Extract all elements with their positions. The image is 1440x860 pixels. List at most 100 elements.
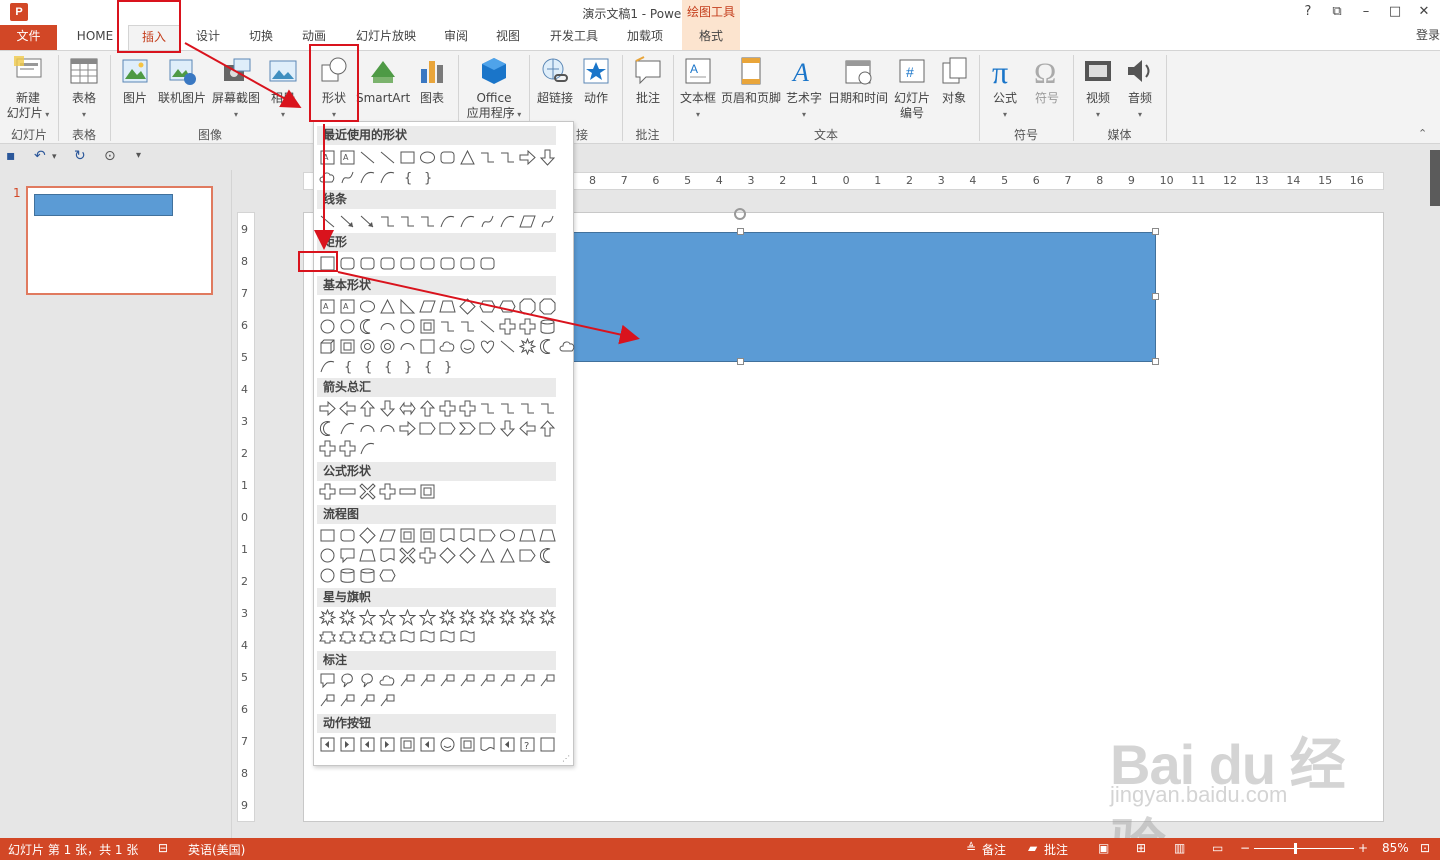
minimize-button[interactable]: –	[1352, 2, 1380, 22]
shape-elbow-icon[interactable]	[539, 400, 556, 417]
shape-burst-icon[interactable]	[318, 608, 337, 627]
shape-minus-icon[interactable]	[399, 483, 416, 500]
shape-rrect-icon[interactable]	[399, 255, 416, 272]
shape-plus-icon[interactable]	[379, 483, 396, 500]
shape-rrect-icon[interactable]	[359, 255, 376, 272]
shape-rrect-icon[interactable]	[419, 255, 436, 272]
shape-cloud-icon[interactable]	[379, 672, 396, 689]
shape-flag-icon[interactable]	[459, 629, 476, 646]
shape-callout-icon[interactable]	[339, 547, 356, 564]
resize-handle[interactable]	[737, 358, 744, 365]
shape-right-icon[interactable]	[319, 400, 336, 417]
shape-txt-icon[interactable]: A	[339, 298, 356, 315]
resize-handle[interactable]	[1152, 293, 1159, 300]
resize-handle[interactable]	[1152, 358, 1159, 365]
shape-frame-icon[interactable]	[419, 318, 436, 335]
shape-elbow-icon[interactable]	[379, 213, 396, 230]
shape-sq-icon[interactable]	[419, 338, 436, 355]
shape-btn-icon[interactable]	[319, 736, 336, 753]
zoom-slider-track[interactable]	[1254, 848, 1354, 849]
shape-tri-icon[interactable]	[499, 547, 516, 564]
shape-elbow-icon[interactable]	[519, 400, 536, 417]
screenshot-button[interactable]: 屏幕截图 ▾	[210, 55, 262, 122]
shape-up-icon[interactable]	[539, 420, 556, 437]
shape-hex-icon[interactable]	[379, 567, 396, 584]
shape-rtri-icon[interactable]	[399, 298, 416, 315]
shape-line-icon[interactable]	[319, 213, 336, 230]
shape-cyl-icon[interactable]	[539, 318, 556, 335]
shape-curve-icon[interactable]	[439, 213, 456, 230]
shape-right-icon[interactable]	[519, 149, 536, 166]
shape-sq-icon[interactable]	[539, 736, 556, 753]
shape-elbow-icon[interactable]	[479, 149, 496, 166]
shape-lcall-icon[interactable]	[519, 672, 536, 689]
shape-rrect-icon[interactable]	[459, 255, 476, 272]
rotation-handle[interactable]	[734, 208, 746, 220]
slideshow-view-icon[interactable]: ▭	[1212, 841, 1223, 855]
shape-up-icon[interactable]	[359, 400, 376, 417]
header-footer-button[interactable]: 页眉和页脚	[719, 55, 783, 106]
album-button[interactable]: 相册 ▾	[264, 55, 302, 122]
shape-frame-icon[interactable]	[419, 483, 436, 500]
shape-star-icon[interactable]	[358, 608, 377, 626]
shape-tri-icon[interactable]	[459, 149, 476, 166]
tab-view[interactable]: 视图	[488, 25, 528, 50]
shape-circ-icon[interactable]	[319, 318, 336, 335]
selected-rectangle-shape[interactable]	[542, 232, 1156, 362]
shape-donut-icon[interactable]	[359, 338, 376, 355]
online-picture-button[interactable]: 联机图片	[156, 55, 208, 106]
shape-lcall-icon[interactable]	[399, 672, 416, 689]
shape-moon-icon[interactable]	[359, 318, 376, 335]
picture-button[interactable]: 图片	[116, 55, 154, 106]
shape-elbow-icon[interactable]	[459, 318, 476, 335]
shape-cloud-icon[interactable]	[439, 338, 456, 355]
shape-btn2-icon[interactable]	[339, 736, 356, 753]
zoom-level[interactable]: 85%	[1382, 841, 1409, 855]
shape-plus-icon[interactable]	[499, 318, 516, 335]
object-button[interactable]: 对象	[936, 55, 972, 106]
shape-rect-icon[interactable]	[399, 149, 416, 166]
shape-plus-icon[interactable]	[459, 400, 476, 417]
shape-rbrace-icon[interactable]: }	[399, 358, 416, 375]
shape-doc-icon[interactable]	[459, 527, 476, 544]
resize-handle[interactable]	[737, 228, 744, 235]
shape-flag-icon[interactable]	[419, 629, 436, 646]
shape-rrect-icon[interactable]	[379, 255, 396, 272]
shape-pent-icon[interactable]	[519, 547, 536, 564]
shape-para-icon[interactable]	[379, 527, 396, 544]
shape-down-icon[interactable]	[499, 420, 516, 437]
shape-burst-icon[interactable]	[518, 608, 537, 627]
shape-arc-icon[interactable]	[379, 420, 396, 437]
scroll-thumb[interactable]	[1430, 150, 1440, 206]
tab-design[interactable]: 设计	[186, 25, 230, 50]
shape-brace-icon[interactable]: {	[339, 358, 356, 375]
shape-right-icon[interactable]	[399, 420, 416, 437]
shape-para-icon[interactable]	[419, 298, 436, 315]
shape-lcall-icon[interactable]	[439, 672, 456, 689]
reading-view-icon[interactable]: ▥	[1174, 841, 1185, 855]
shape-pent-icon[interactable]	[439, 420, 456, 437]
shape-rbrace-icon[interactable]: }	[419, 169, 436, 186]
zoom-in-button[interactable]: +	[1358, 841, 1368, 855]
shape-curve-icon[interactable]	[359, 169, 376, 186]
shape-oct-icon[interactable]	[539, 298, 556, 315]
shape-flag-icon[interactable]	[439, 629, 456, 646]
shape-btn-icon[interactable]	[419, 736, 436, 753]
shape-hex-icon[interactable]	[479, 298, 496, 315]
shape-moon-icon[interactable]	[539, 338, 556, 355]
fit-slide-icon[interactable]: ⊡	[1420, 841, 1430, 855]
shape-lcall-icon[interactable]	[479, 672, 496, 689]
shape-pent-icon[interactable]	[419, 420, 436, 437]
shape-diamond-icon[interactable]	[459, 547, 476, 564]
shape-burst-icon[interactable]	[338, 608, 357, 627]
shape-brace-icon[interactable]: {	[419, 358, 436, 375]
shape-brace-icon[interactable]: {	[359, 358, 376, 375]
shape-pent-icon[interactable]	[479, 527, 496, 544]
tab-format[interactable]: 格式	[682, 25, 740, 50]
zoom-slider-thumb[interactable]	[1294, 843, 1297, 854]
maximize-button[interactable]: □	[1381, 2, 1409, 22]
shape-mult-icon[interactable]	[399, 547, 416, 564]
shape-doc-icon[interactable]	[379, 547, 396, 564]
shape-ribbon-icon[interactable]	[339, 629, 356, 646]
zoom-out-button[interactable]: −	[1240, 841, 1250, 855]
